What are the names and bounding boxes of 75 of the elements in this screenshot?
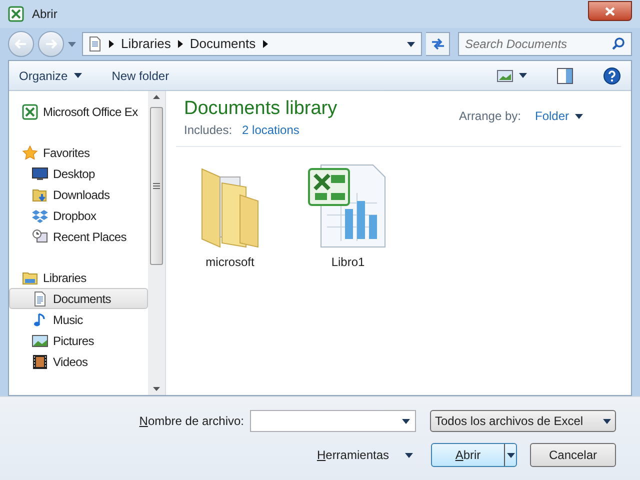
scroll-down-icon[interactable] (153, 387, 160, 391)
tools-menu-button[interactable]: Herramientas (316, 446, 413, 464)
arrow-right-icon (45, 39, 57, 49)
arrange-dropdown[interactable]: Folder (534, 107, 583, 125)
box-icon (32, 208, 48, 224)
film-icon (32, 354, 48, 370)
caret-icon (405, 452, 413, 458)
sidebar-item[interactable]: Favorites (9, 142, 148, 163)
window-title: Abrir (32, 6, 58, 23)
address-bar[interactable]: Libraries Documents (82, 32, 422, 56)
close-icon (605, 6, 615, 16)
chevron-right-icon (262, 40, 268, 48)
toolbar-button[interactable]: New folder (112, 66, 170, 84)
grip-icon (153, 183, 160, 189)
close-button[interactable] (588, 1, 632, 21)
locations-link[interactable]: 2 locations (242, 121, 300, 139)
history-caret-icon (68, 42, 76, 46)
sidebar-item[interactable]: Dropbox (9, 205, 148, 226)
caret-icon (74, 73, 82, 78)
filename-label: Nombre de archivo: (139, 413, 244, 430)
music-note-icon (32, 312, 48, 328)
scroll-thumb[interactable] (150, 107, 163, 265)
sidebar-item[interactable]: Downloads (9, 184, 148, 205)
dropdown-caret-icon (407, 42, 415, 46)
image-icon[interactable] (497, 70, 513, 82)
forward-button[interactable] (38, 31, 64, 57)
sidebar-item[interactable]: Recent Places (9, 226, 148, 247)
breadcrumb[interactable]: Documents (190, 34, 256, 54)
arrow-left-icon (15, 39, 27, 49)
caret-icon (575, 114, 583, 118)
refresh-icon (430, 37, 446, 51)
help-icon[interactable] (603, 66, 621, 84)
sidebar-item[interactable]: Desktop (9, 163, 148, 184)
library-title: Documents library (184, 97, 338, 121)
sidebar-item[interactable]: Libraries (9, 267, 148, 288)
back-button[interactable] (8, 31, 34, 57)
filename-field[interactable] (250, 410, 416, 432)
preview-pane-icon[interactable] (557, 68, 573, 84)
open-label: Abrir (455, 448, 481, 462)
file-item[interactable]: Libro1 (300, 161, 396, 271)
search-field[interactable]: Search Documents (458, 32, 632, 56)
document-icon (88, 36, 102, 52)
chevron-right-icon (109, 40, 114, 48)
image-icon (32, 332, 48, 348)
spreadsheet-icon (8, 6, 24, 22)
sidebar-item[interactable]: Videos (9, 351, 148, 372)
caret-icon (506, 452, 514, 458)
star-icon (22, 144, 38, 160)
clock-icon (32, 228, 48, 244)
chevron-right-icon (178, 40, 183, 48)
folder-icon (32, 186, 48, 202)
organize-menu-button[interactable]: Organize (19, 66, 82, 84)
sidebar-item[interactable]: Music (9, 309, 148, 330)
file-type-dropdown[interactable]: Todos los archivos de Excel (430, 410, 616, 432)
scroll-up-icon[interactable] (153, 95, 160, 99)
view-caret-icon (519, 73, 527, 78)
search-icon (612, 37, 625, 50)
breadcrumb[interactable]: Libraries (121, 34, 171, 54)
spreadsheet-icon (22, 104, 38, 120)
file-item[interactable]: microsoft (182, 161, 278, 271)
folder-icon (22, 270, 38, 286)
sidebar-item[interactable]: Pictures (9, 330, 148, 351)
caret-icon (603, 418, 611, 424)
scrollbar[interactable] (148, 91, 165, 395)
tools-label: Herramientas (316, 447, 389, 464)
sidebar-item[interactable]: Documents (9, 288, 148, 309)
caret-icon (402, 419, 410, 424)
sidebar-item[interactable]: Microsoft Office Ex (9, 101, 148, 122)
refresh-button[interactable] (426, 32, 450, 56)
open-button[interactable]: Abrir (431, 443, 517, 467)
cancel-button[interactable]: Cancelar (530, 443, 616, 467)
includes-label: Includes: (184, 122, 232, 139)
document-icon (32, 290, 48, 306)
arrange-label: Arrange by: (458, 108, 521, 125)
monitor-icon (32, 166, 48, 182)
